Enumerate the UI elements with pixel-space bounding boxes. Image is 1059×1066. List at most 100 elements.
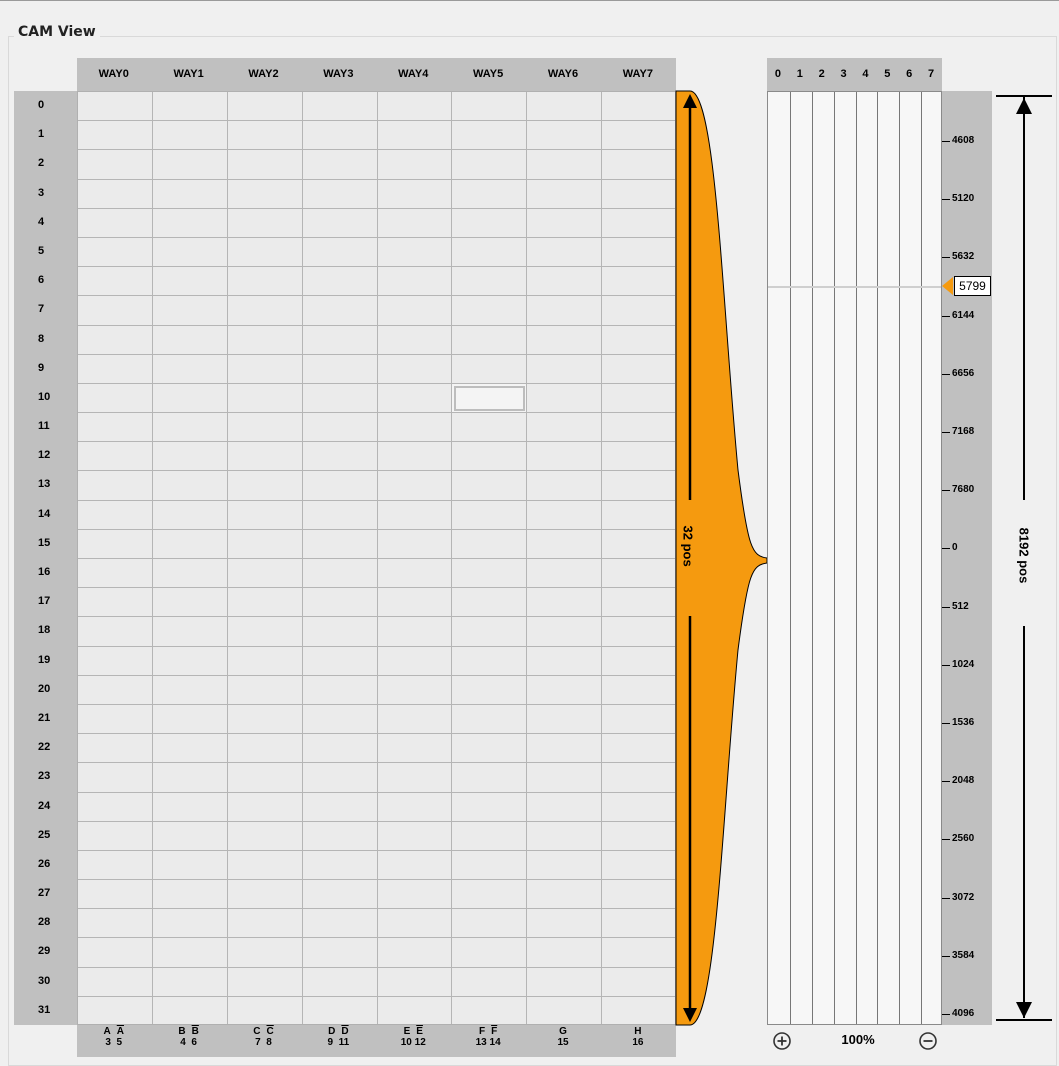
grid-cell[interactable] bbox=[78, 938, 153, 968]
grid-cell[interactable] bbox=[452, 500, 528, 530]
grid-cell[interactable] bbox=[602, 296, 675, 326]
grid-cell[interactable] bbox=[152, 792, 228, 822]
grid-cell[interactable] bbox=[152, 500, 228, 530]
grid-cell[interactable] bbox=[452, 267, 528, 297]
grid-cell[interactable] bbox=[78, 646, 153, 676]
grid-cell[interactable] bbox=[527, 237, 603, 268]
grid-cell[interactable] bbox=[602, 647, 675, 676]
grid-cell[interactable] bbox=[302, 179, 378, 209]
grid-cell[interactable] bbox=[302, 792, 378, 822]
grid-cell[interactable] bbox=[452, 704, 528, 735]
grid-cell[interactable] bbox=[527, 734, 603, 764]
grid-cell[interactable] bbox=[602, 471, 675, 501]
grid-cell[interactable] bbox=[302, 967, 378, 997]
grid-cell[interactable] bbox=[602, 559, 675, 589]
grid-cell[interactable] bbox=[152, 208, 228, 238]
grid-cell[interactable] bbox=[152, 734, 228, 764]
grid-cell[interactable] bbox=[302, 880, 378, 910]
grid-cell[interactable] bbox=[152, 413, 228, 443]
grid-cell[interactable] bbox=[377, 588, 453, 618]
grid-cell[interactable] bbox=[527, 208, 603, 238]
grid-cell[interactable] bbox=[377, 92, 453, 122]
grid-cell[interactable] bbox=[152, 880, 228, 910]
grid-cell[interactable] bbox=[302, 92, 378, 122]
grid-cell[interactable] bbox=[377, 734, 453, 764]
grid-cell[interactable] bbox=[152, 821, 228, 851]
grid-cell[interactable] bbox=[377, 383, 453, 414]
grid-cell[interactable] bbox=[602, 763, 675, 793]
grid-cell[interactable] bbox=[452, 792, 528, 822]
grid-cell[interactable] bbox=[452, 92, 528, 122]
grid-cell[interactable] bbox=[602, 238, 675, 268]
grid-cell[interactable] bbox=[452, 967, 528, 997]
grid-cell[interactable] bbox=[602, 267, 675, 297]
grid-cell[interactable] bbox=[602, 180, 675, 209]
grid-cell[interactable] bbox=[527, 442, 603, 472]
grid-cell[interactable] bbox=[78, 442, 153, 472]
grid-cell[interactable] bbox=[152, 325, 228, 355]
grid-cell[interactable] bbox=[377, 821, 453, 851]
grid-cell[interactable] bbox=[452, 325, 528, 355]
grid-cell[interactable] bbox=[602, 617, 675, 647]
grid-cell[interactable] bbox=[602, 209, 675, 238]
grid-cell[interactable] bbox=[152, 442, 228, 472]
grid-cell-selected[interactable] bbox=[452, 383, 528, 414]
grid-cell[interactable] bbox=[377, 559, 453, 589]
grid-cell[interactable] bbox=[377, 267, 453, 297]
grid-cell[interactable] bbox=[377, 529, 453, 559]
grid-cell[interactable] bbox=[227, 383, 303, 414]
grid-cell[interactable] bbox=[227, 675, 303, 705]
grid-cell[interactable] bbox=[602, 822, 675, 851]
grid-cell[interactable] bbox=[527, 588, 603, 618]
grid-cell[interactable] bbox=[452, 617, 528, 647]
grid-cell[interactable] bbox=[527, 559, 603, 589]
grid-cell[interactable] bbox=[227, 179, 303, 209]
grid-cell[interactable] bbox=[227, 413, 303, 443]
grid-cell[interactable] bbox=[452, 675, 528, 705]
grid-cell[interactable] bbox=[78, 588, 153, 618]
grid-cell[interactable] bbox=[377, 704, 453, 735]
grid-cell[interactable] bbox=[78, 208, 153, 238]
grid-cell[interactable] bbox=[452, 734, 528, 764]
grid-cell[interactable] bbox=[227, 296, 303, 326]
grid-cell[interactable] bbox=[377, 296, 453, 326]
grid-cell[interactable] bbox=[227, 704, 303, 735]
grid-cell[interactable] bbox=[377, 354, 453, 384]
grid-cell[interactable] bbox=[78, 529, 153, 559]
grid-cell[interactable] bbox=[602, 530, 675, 559]
grid-cell[interactable] bbox=[602, 121, 675, 151]
grid-cell[interactable] bbox=[78, 471, 153, 501]
grid-cell[interactable] bbox=[78, 617, 153, 647]
grid-cell[interactable] bbox=[227, 500, 303, 530]
grid-cell[interactable] bbox=[302, 646, 378, 676]
grid-cell[interactable] bbox=[602, 150, 675, 180]
grid-cell[interactable] bbox=[152, 354, 228, 384]
grid-cell[interactable] bbox=[302, 617, 378, 647]
grid-cell[interactable] bbox=[302, 909, 378, 939]
grid-cell[interactable] bbox=[378, 996, 453, 1024]
grid-cell[interactable] bbox=[527, 471, 603, 501]
grid-cell[interactable] bbox=[302, 529, 378, 559]
grid-cell[interactable] bbox=[302, 267, 378, 297]
grid-cell[interactable] bbox=[227, 850, 303, 881]
grid-cell[interactable] bbox=[152, 559, 228, 589]
grid-cell[interactable] bbox=[377, 646, 453, 676]
grid-cell[interactable] bbox=[527, 150, 603, 180]
grid-cell[interactable] bbox=[302, 354, 378, 384]
grid-cell[interactable] bbox=[152, 179, 228, 209]
grid-cell[interactable] bbox=[78, 237, 153, 268]
grid-cell[interactable] bbox=[602, 676, 675, 705]
grid-cell[interactable] bbox=[527, 763, 603, 793]
grid-cell[interactable] bbox=[452, 821, 528, 851]
grid-cell[interactable] bbox=[377, 500, 453, 530]
grid-cell[interactable] bbox=[78, 996, 153, 1024]
grid-cell[interactable] bbox=[602, 734, 675, 764]
grid-cell[interactable] bbox=[152, 383, 228, 414]
grid-cell[interactable] bbox=[152, 646, 228, 676]
grid-cell[interactable] bbox=[227, 646, 303, 676]
grid-cell[interactable] bbox=[527, 354, 603, 384]
grid-cell[interactable] bbox=[377, 880, 453, 910]
grid-cell[interactable] bbox=[302, 734, 378, 764]
grid-cell[interactable] bbox=[227, 442, 303, 472]
grid-cell[interactable] bbox=[78, 734, 153, 764]
